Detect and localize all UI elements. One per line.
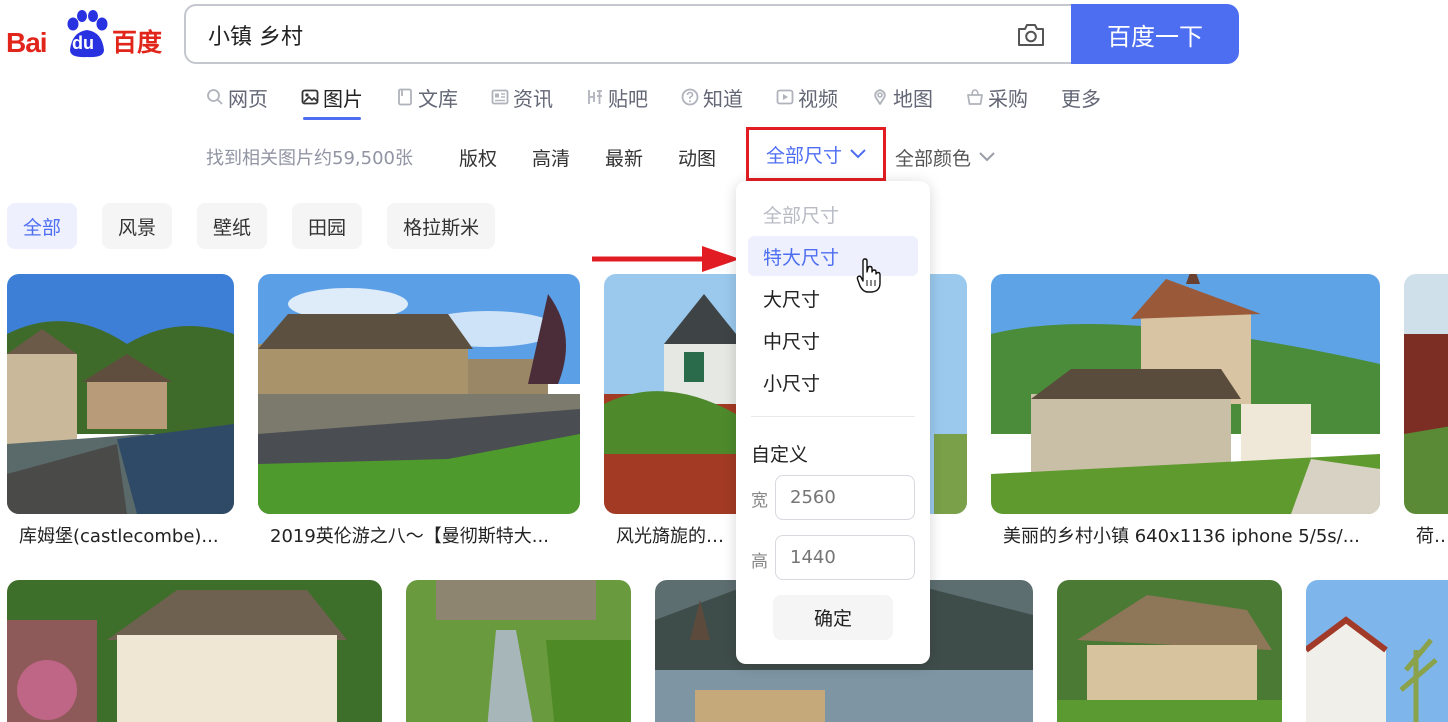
village-photo: [1306, 580, 1448, 722]
height-input[interactable]: [775, 535, 915, 580]
baidu-logo[interactable]: Bai du 百度: [6, 8, 166, 60]
custom-size-label: 自定义: [751, 444, 809, 466]
size-option-large[interactable]: 大尺寸: [748, 278, 918, 318]
image-thumbnail[interactable]: [1404, 274, 1448, 514]
chevron-down-icon: [850, 149, 866, 159]
size-filter-dropdown[interactable]: 全部尺寸: [746, 127, 886, 181]
color-filter-dropdown[interactable]: 全部颜色: [895, 140, 995, 174]
chip-all[interactable]: 全部: [7, 203, 78, 249]
logo-bai-text: Bai: [6, 27, 48, 58]
village-photo: [1404, 274, 1448, 514]
news-icon: [491, 89, 509, 105]
hand-cursor-icon: [856, 258, 881, 293]
tab-video[interactable]: 视频: [776, 80, 838, 114]
tab-label: 知道: [703, 86, 743, 111]
size-option-extra-large[interactable]: 特大尺寸: [748, 236, 918, 276]
chip-wallpaper[interactable]: 壁纸: [197, 203, 268, 249]
village-photo: [7, 274, 234, 514]
filter-copyright[interactable]: 版权: [459, 144, 497, 171]
tab-tieba[interactable]: 贴吧: [586, 80, 648, 114]
height-label: 高: [751, 552, 768, 572]
tab-zhidao[interactable]: 知道: [681, 80, 743, 114]
tab-label: 视频: [798, 86, 838, 111]
search-box: [184, 4, 1074, 64]
tab-label: 更多: [1061, 86, 1101, 111]
chevron-down-icon: [979, 152, 995, 162]
village-photo: [991, 274, 1380, 514]
village-photo: [258, 274, 580, 514]
image-thumbnail[interactable]: [7, 580, 382, 722]
chip-countryside[interactable]: 田园: [292, 203, 363, 249]
filter-bar: 找到相关图片约59,500张 版权 高清 最新 动图: [206, 140, 751, 174]
width-label: 宽: [751, 491, 768, 511]
confirm-button[interactable]: 确定: [773, 595, 893, 640]
image-thumbnail[interactable]: [1306, 580, 1448, 722]
tab-label: 文库: [418, 86, 458, 111]
nav-tabs: 网页 图片 文库 资讯 贴吧 知道 视频 地图 采购 更多: [206, 80, 1134, 120]
village-photo: [1057, 580, 1282, 722]
image-thumbnail[interactable]: [1057, 580, 1282, 722]
image-caption[interactable]: 风光旖旎的奥...: [616, 522, 734, 548]
size-option-medium[interactable]: 中尺寸: [748, 320, 918, 360]
filter-latest[interactable]: 最新: [605, 144, 643, 171]
size-dropdown-menu: 全部尺寸 特大尺寸 大尺寸 中尺寸 小尺寸 自定义 宽 高 确定: [736, 181, 930, 664]
search-button[interactable]: 百度一下: [1071, 4, 1239, 64]
tab-label: 资讯: [513, 86, 553, 111]
map-pin-icon: [874, 89, 886, 105]
tab-label: 地图: [893, 86, 933, 111]
filter-hd[interactable]: 高清: [532, 144, 570, 171]
size-option-all[interactable]: 全部尺寸: [748, 194, 918, 234]
tab-news[interactable]: 资讯: [491, 80, 553, 114]
size-filter-label: 全部尺寸: [765, 144, 842, 167]
page: Bai du 百度 百度一下 网页 图片 文库: [0, 0, 1448, 722]
image-thumbnail[interactable]: [991, 274, 1380, 514]
question-icon: [681, 88, 699, 106]
image-caption[interactable]: 荷兰: [1416, 522, 1448, 548]
search-icon: [207, 89, 223, 105]
tab-web[interactable]: 网页: [206, 80, 268, 114]
image-caption[interactable]: 2019英伦游之八～【曼彻斯特大...: [270, 522, 575, 548]
search-input[interactable]: [206, 18, 986, 52]
image-thumbnail[interactable]: [258, 274, 580, 514]
image-thumbnail[interactable]: [7, 274, 234, 514]
tab-label: 网页: [228, 86, 268, 111]
chip-scenery[interactable]: 风景: [102, 203, 173, 249]
doc-icon: [398, 88, 412, 106]
village-photo: [406, 580, 631, 722]
basket-icon: [967, 89, 983, 105]
annotation-arrow-icon: [592, 246, 740, 272]
tab-map[interactable]: 地图: [871, 80, 933, 114]
logo-cn-text: 百度: [112, 29, 163, 57]
image-icon: [301, 89, 319, 105]
image-caption[interactable]: 库姆堡(castlecombe)...: [19, 522, 229, 548]
tab-wenku[interactable]: 文库: [396, 80, 458, 114]
result-count: 找到相关图片约59,500张: [206, 148, 413, 169]
category-chips: 全部 风景 壁纸 田园 格拉斯米: [7, 203, 520, 249]
tab-label: 图片: [323, 86, 363, 111]
width-input[interactable]: [775, 475, 915, 520]
image-thumbnail[interactable]: [406, 580, 631, 722]
tab-label: 贴吧: [608, 86, 648, 111]
village-photo: [7, 580, 382, 722]
video-icon: [776, 89, 794, 105]
image-caption[interactable]: 美丽的乡村小镇 640x1136 iphone 5/5s/...: [1003, 522, 1373, 548]
camera-icon[interactable]: [1016, 22, 1046, 48]
color-filter-label: 全部颜色: [895, 147, 972, 170]
tab-purchase[interactable]: 采购: [966, 80, 1028, 114]
logo-du-text: du: [72, 33, 94, 53]
chip-grasmere[interactable]: 格拉斯米: [387, 203, 496, 249]
tieba-icon: [588, 90, 602, 104]
tab-images[interactable]: 图片: [301, 80, 363, 120]
tab-label: 采购: [988, 86, 1028, 111]
size-option-small[interactable]: 小尺寸: [748, 362, 918, 402]
dropdown-divider: [751, 416, 915, 417]
filter-animated[interactable]: 动图: [678, 144, 716, 171]
tab-more[interactable]: 更多: [1061, 80, 1101, 114]
